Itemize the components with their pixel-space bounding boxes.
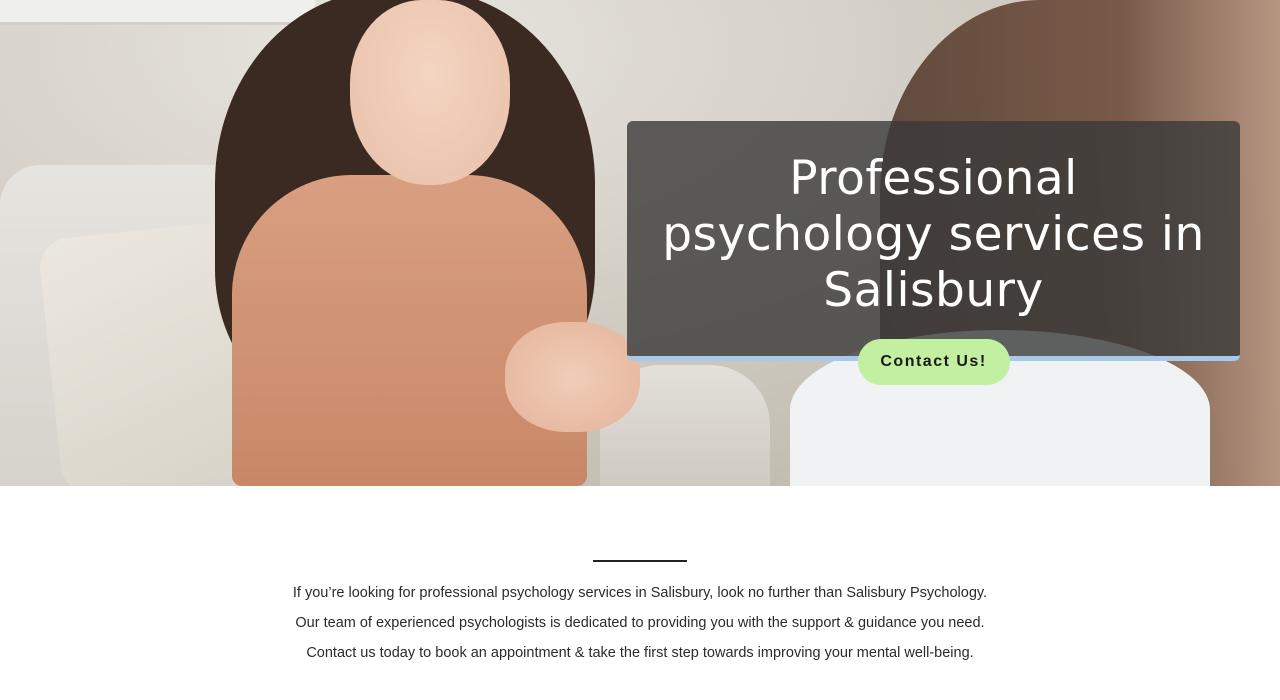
hero-photo-client-hands (505, 322, 640, 432)
hero-photo-window (0, 0, 315, 25)
contact-us-button[interactable]: Contact Us! (857, 339, 1010, 385)
section-divider (593, 560, 687, 562)
hero-title: Professional psychology services in Sali… (662, 151, 1205, 318)
hero-overlay-box: Professional psychology services in Sali… (627, 121, 1240, 385)
hero-section: Professional psychology services in Sali… (0, 0, 1280, 486)
intro-paragraph: If you’re looking for professional psych… (292, 585, 988, 661)
hero-photo-client-face (350, 0, 510, 185)
intro-section: If you’re looking for professional psych… (0, 486, 1280, 700)
